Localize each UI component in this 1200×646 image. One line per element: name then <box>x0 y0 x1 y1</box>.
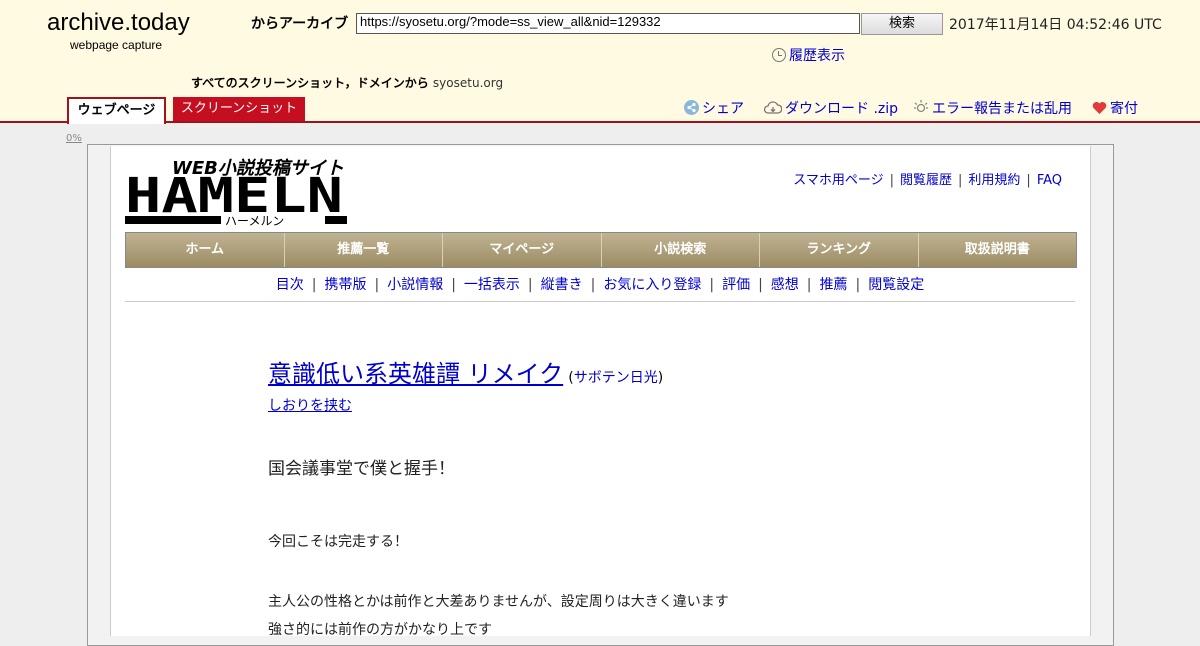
author-wrap: (サボテン日光) <box>568 370 664 386</box>
all-screenshots-label: すべてのスクリーンショット，ドメインから <box>191 76 429 90</box>
tab-webpage[interactable]: ウェブページ <box>67 97 166 124</box>
site-top-links: スマホ用ページ | 閲覧履歴 | 利用規約 | FAQ <box>793 173 1062 188</box>
domain-link[interactable]: syosetu.org <box>433 76 503 90</box>
logo-kana: ハーメルン <box>225 214 284 226</box>
report-label: エラー報告または乱用 <box>932 101 1072 117</box>
download-link[interactable]: ダウンロード .zip <box>763 98 899 119</box>
history-link[interactable]: 履歴表示 <box>772 45 845 65</box>
archive-logo-subtitle: webpage capture <box>70 38 163 52</box>
nav-home[interactable]: ホーム <box>126 233 285 267</box>
captured-page: WEB小説投稿サイト HAMELN ハーメルン スマホ用ページ | 閲覧履歴 | 利用規… <box>110 146 1091 638</box>
novel-title-line: 意識低い系英雄譚 リメイク (サボテン日光) <box>268 354 663 389</box>
nav-manual[interactable]: 取扱説明書 <box>918 233 1076 267</box>
bulb-icon <box>913 99 929 119</box>
subnav-novel-info[interactable]: 小説情報 <box>387 277 443 293</box>
all-screenshots-line: すべてのスクリーンショット，ドメインから syosetu.org <box>191 74 503 91</box>
donate-label: 寄付 <box>1110 101 1138 117</box>
subnav-recommend[interactable]: 推薦 <box>820 277 848 293</box>
heart-icon <box>1092 101 1107 119</box>
capture-timestamp: 2017年11月14日 04:52:46 UTC <box>949 17 1162 33</box>
tab-screenshot[interactable]: スクリーンショット <box>173 97 305 121</box>
nav-novel-search[interactable]: 小説検索 <box>601 233 760 267</box>
author-link[interactable]: サボテン日光 <box>574 370 658 386</box>
hameln-logo[interactable]: WEB小説投稿サイト HAMELN ハーメルン <box>125 154 347 228</box>
browsing-history-link[interactable]: 閲覧履歴 <box>900 173 952 188</box>
report-link[interactable]: エラー報告または乱用 <box>913 98 1072 119</box>
subnav-vertical[interactable]: 縦書き <box>541 277 583 293</box>
cloud-download-icon <box>763 101 783 119</box>
donate-link[interactable]: 寄付 <box>1092 98 1138 119</box>
nav-mypage[interactable]: マイページ <box>443 233 602 267</box>
nav-ranking[interactable]: ランキング <box>760 233 919 267</box>
search-button[interactable]: 検索 <box>861 13 943 35</box>
subnav-view-all[interactable]: 一括表示 <box>464 277 520 293</box>
faq-link[interactable]: FAQ <box>1037 173 1062 188</box>
url-input[interactable]: https://syosetu.org/?mode=ss_view_all&ni… <box>356 13 860 34</box>
subnav-toc[interactable]: 目次 <box>276 277 304 293</box>
archive-logo-title[interactable]: archive.today <box>47 9 190 37</box>
divider <box>125 301 1075 302</box>
main-nav: ホーム 推薦一覧 マイページ 小説検索 ランキング 取扱説明書 <box>125 232 1077 268</box>
subnav-view-settings[interactable]: 閲覧設定 <box>868 277 924 293</box>
terms-link[interactable]: 利用規約 <box>968 173 1020 188</box>
body-paragraph: 主人公の性格とかは前作と大差ありませんが、設定周りは大きく違います <box>268 594 729 610</box>
body-paragraph: 今回こそは完走する！ <box>268 534 408 550</box>
smartphone-page-link[interactable]: スマホ用ページ <box>793 173 883 188</box>
progress-link[interactable]: 0% <box>66 133 82 144</box>
novel-subnav: 目次 | 携帯版 | 小説情報 | 一括表示 | 縦書き | お気に入り登録 | 評価 | 感想 | 推薦 | 閲覧… <box>275 277 925 293</box>
novel-title[interactable]: 意識低い系英雄譚 リメイク <box>268 360 563 388</box>
nav-recommendations[interactable]: 推薦一覧 <box>284 233 443 267</box>
history-label: 履歴表示 <box>789 48 845 64</box>
archive-header: archive.today webpage capture からアーカイブ ht… <box>0 0 1200 124</box>
share-link[interactable]: シェア <box>684 98 744 119</box>
share-label: シェア <box>702 101 744 117</box>
bookmark-link[interactable]: しおりを挟む <box>268 395 352 415</box>
download-label: ダウンロード .zip <box>785 101 899 117</box>
archive-from-label: からアーカイブ <box>251 16 349 32</box>
body-paragraph: 強さ的には前作の方がかなり上です <box>268 622 492 638</box>
subnav-rating[interactable]: 評価 <box>722 277 750 293</box>
subnav-review[interactable]: 感想 <box>771 277 799 293</box>
share-icon <box>684 100 699 119</box>
subnav-favorite[interactable]: お気に入り登録 <box>603 277 701 293</box>
clock-icon <box>772 48 786 62</box>
chapter-subtitle: 国会議事堂で僕と握手！ <box>268 459 455 479</box>
subnav-mobile[interactable]: 携帯版 <box>324 277 366 293</box>
